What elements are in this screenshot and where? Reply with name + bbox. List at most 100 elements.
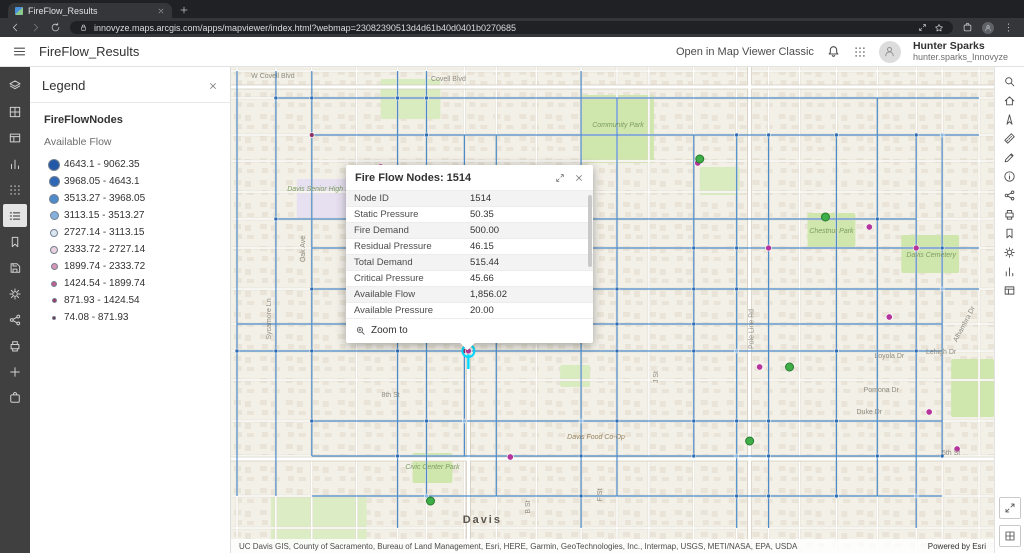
map-properties-icon[interactable]	[3, 282, 27, 305]
flow-node[interactable]	[866, 224, 872, 230]
flow-node[interactable]	[579, 494, 583, 498]
tables-icon[interactable]	[3, 126, 27, 149]
settings-tool-icon[interactable]	[1003, 246, 1016, 259]
back-icon[interactable]	[10, 22, 21, 33]
forward-icon[interactable]	[30, 22, 41, 33]
flow-node[interactable]	[424, 96, 428, 100]
refresh-icon[interactable]	[50, 22, 61, 33]
legend-close-icon[interactable]	[208, 81, 218, 91]
marker-node[interactable]	[786, 363, 794, 371]
open-classic-link[interactable]: Open in Map Viewer Classic	[676, 46, 814, 58]
new-tab-button[interactable]	[179, 5, 189, 15]
flow-node[interactable]	[692, 454, 696, 458]
marker-node[interactable]	[821, 213, 829, 221]
flow-node[interactable]	[396, 96, 400, 100]
flow-node[interactable]	[886, 314, 892, 320]
flow-node[interactable]	[692, 287, 696, 291]
flow-node[interactable]	[735, 287, 739, 291]
lock-icon[interactable]	[79, 23, 88, 32]
marker-node[interactable]	[746, 437, 754, 445]
url-bar[interactable]: innovyze.maps.arcgis.com/apps/mapviewer/…	[70, 21, 953, 34]
flow-node[interactable]	[615, 349, 619, 353]
flow-node[interactable]	[735, 246, 739, 250]
flow-node[interactable]	[692, 246, 696, 250]
flow-node[interactable]	[309, 133, 314, 138]
flow-node[interactable]	[579, 454, 583, 458]
flow-node[interactable]	[767, 419, 771, 423]
flow-node[interactable]	[767, 454, 771, 458]
flow-node[interactable]	[875, 454, 879, 458]
flow-node[interactable]	[507, 454, 513, 460]
flow-node[interactable]	[462, 419, 466, 423]
flow-node[interactable]	[940, 287, 944, 291]
map-canvas[interactable]: W Covell BlvdCovell BlvdCommunity ParkDa…	[231, 67, 994, 553]
flow-node[interactable]	[926, 409, 932, 415]
flow-node[interactable]	[913, 245, 919, 251]
expand-tool-icon[interactable]	[999, 497, 1021, 519]
flow-node[interactable]	[692, 349, 696, 353]
legend-icon[interactable]	[3, 204, 27, 227]
flow-node[interactable]	[756, 364, 762, 370]
layers-icon[interactable]	[3, 74, 27, 97]
flow-node[interactable]	[766, 245, 772, 251]
flow-node[interactable]	[579, 419, 583, 423]
extensions-icon[interactable]	[962, 22, 973, 33]
flow-node[interactable]	[396, 349, 400, 353]
flow-node[interactable]	[735, 419, 739, 423]
flow-node[interactable]	[310, 419, 314, 423]
flow-node[interactable]	[310, 287, 314, 291]
popup-scrollbar[interactable]	[588, 195, 592, 267]
save-icon[interactable]	[3, 256, 27, 279]
flow-node[interactable]	[615, 287, 619, 291]
chart-tool-icon[interactable]	[1003, 265, 1016, 278]
bookmarks-icon[interactable]	[3, 230, 27, 253]
flow-node[interactable]	[914, 349, 918, 353]
flow-node[interactable]	[834, 133, 838, 137]
flow-node[interactable]	[767, 133, 771, 137]
home-tool-icon[interactable]	[1003, 94, 1016, 107]
notifications-bell-icon[interactable]	[826, 44, 841, 59]
basemap-toggle-icon[interactable]	[999, 525, 1021, 547]
print-tool-icon[interactable]	[1003, 208, 1016, 221]
zoom-to-button[interactable]: Zoom to	[371, 325, 408, 336]
search-tool-icon[interactable]	[1003, 75, 1016, 88]
popup-close-icon[interactable]	[574, 173, 584, 183]
flow-node[interactable]	[954, 446, 960, 452]
flow-node[interactable]	[834, 349, 838, 353]
flow-node[interactable]	[875, 217, 879, 221]
browser-menu-icon[interactable]	[1003, 22, 1014, 33]
info-tool-icon[interactable]	[1003, 170, 1016, 183]
flow-node[interactable]	[274, 217, 278, 221]
basemap-icon[interactable]	[3, 100, 27, 123]
flow-node[interactable]	[310, 96, 314, 100]
sketch-tool-icon[interactable]	[1003, 151, 1016, 164]
locate-tool-icon[interactable]	[1003, 113, 1016, 126]
bookmark-tool-icon[interactable]	[1003, 227, 1016, 240]
marker-node[interactable]	[426, 497, 434, 505]
app-launcher-grid-icon[interactable]	[853, 45, 867, 59]
flow-node[interactable]	[834, 494, 838, 498]
flow-node[interactable]	[424, 419, 428, 423]
url-text[interactable]: innovyze.maps.arcgis.com/apps/mapviewer/…	[94, 23, 912, 33]
flow-node[interactable]	[615, 322, 619, 326]
user-avatar[interactable]	[879, 41, 901, 63]
flow-node[interactable]	[735, 494, 739, 498]
flow-node[interactable]	[274, 349, 278, 353]
popup-dock-icon[interactable]	[555, 173, 565, 183]
install-icon[interactable]	[918, 23, 927, 33]
flow-node[interactable]	[914, 133, 918, 137]
flow-node[interactable]	[735, 349, 739, 353]
user-block[interactable]: Hunter Sparks hunter.sparks_Innovyze	[913, 40, 1012, 62]
marker-node[interactable]	[696, 155, 704, 163]
hamburger-menu-icon[interactable]	[12, 44, 27, 59]
apps-icon[interactable]	[3, 178, 27, 201]
flow-node[interactable]	[396, 454, 400, 458]
flow-node[interactable]	[274, 96, 278, 100]
app-launcher-icon[interactable]	[3, 386, 27, 409]
browser-profile-avatar[interactable]	[982, 22, 994, 34]
flow-node[interactable]	[735, 454, 739, 458]
share-tool-icon[interactable]	[1003, 189, 1016, 202]
add-data-icon[interactable]	[3, 360, 27, 383]
flow-node[interactable]	[940, 133, 944, 137]
flow-node[interactable]	[692, 322, 696, 326]
